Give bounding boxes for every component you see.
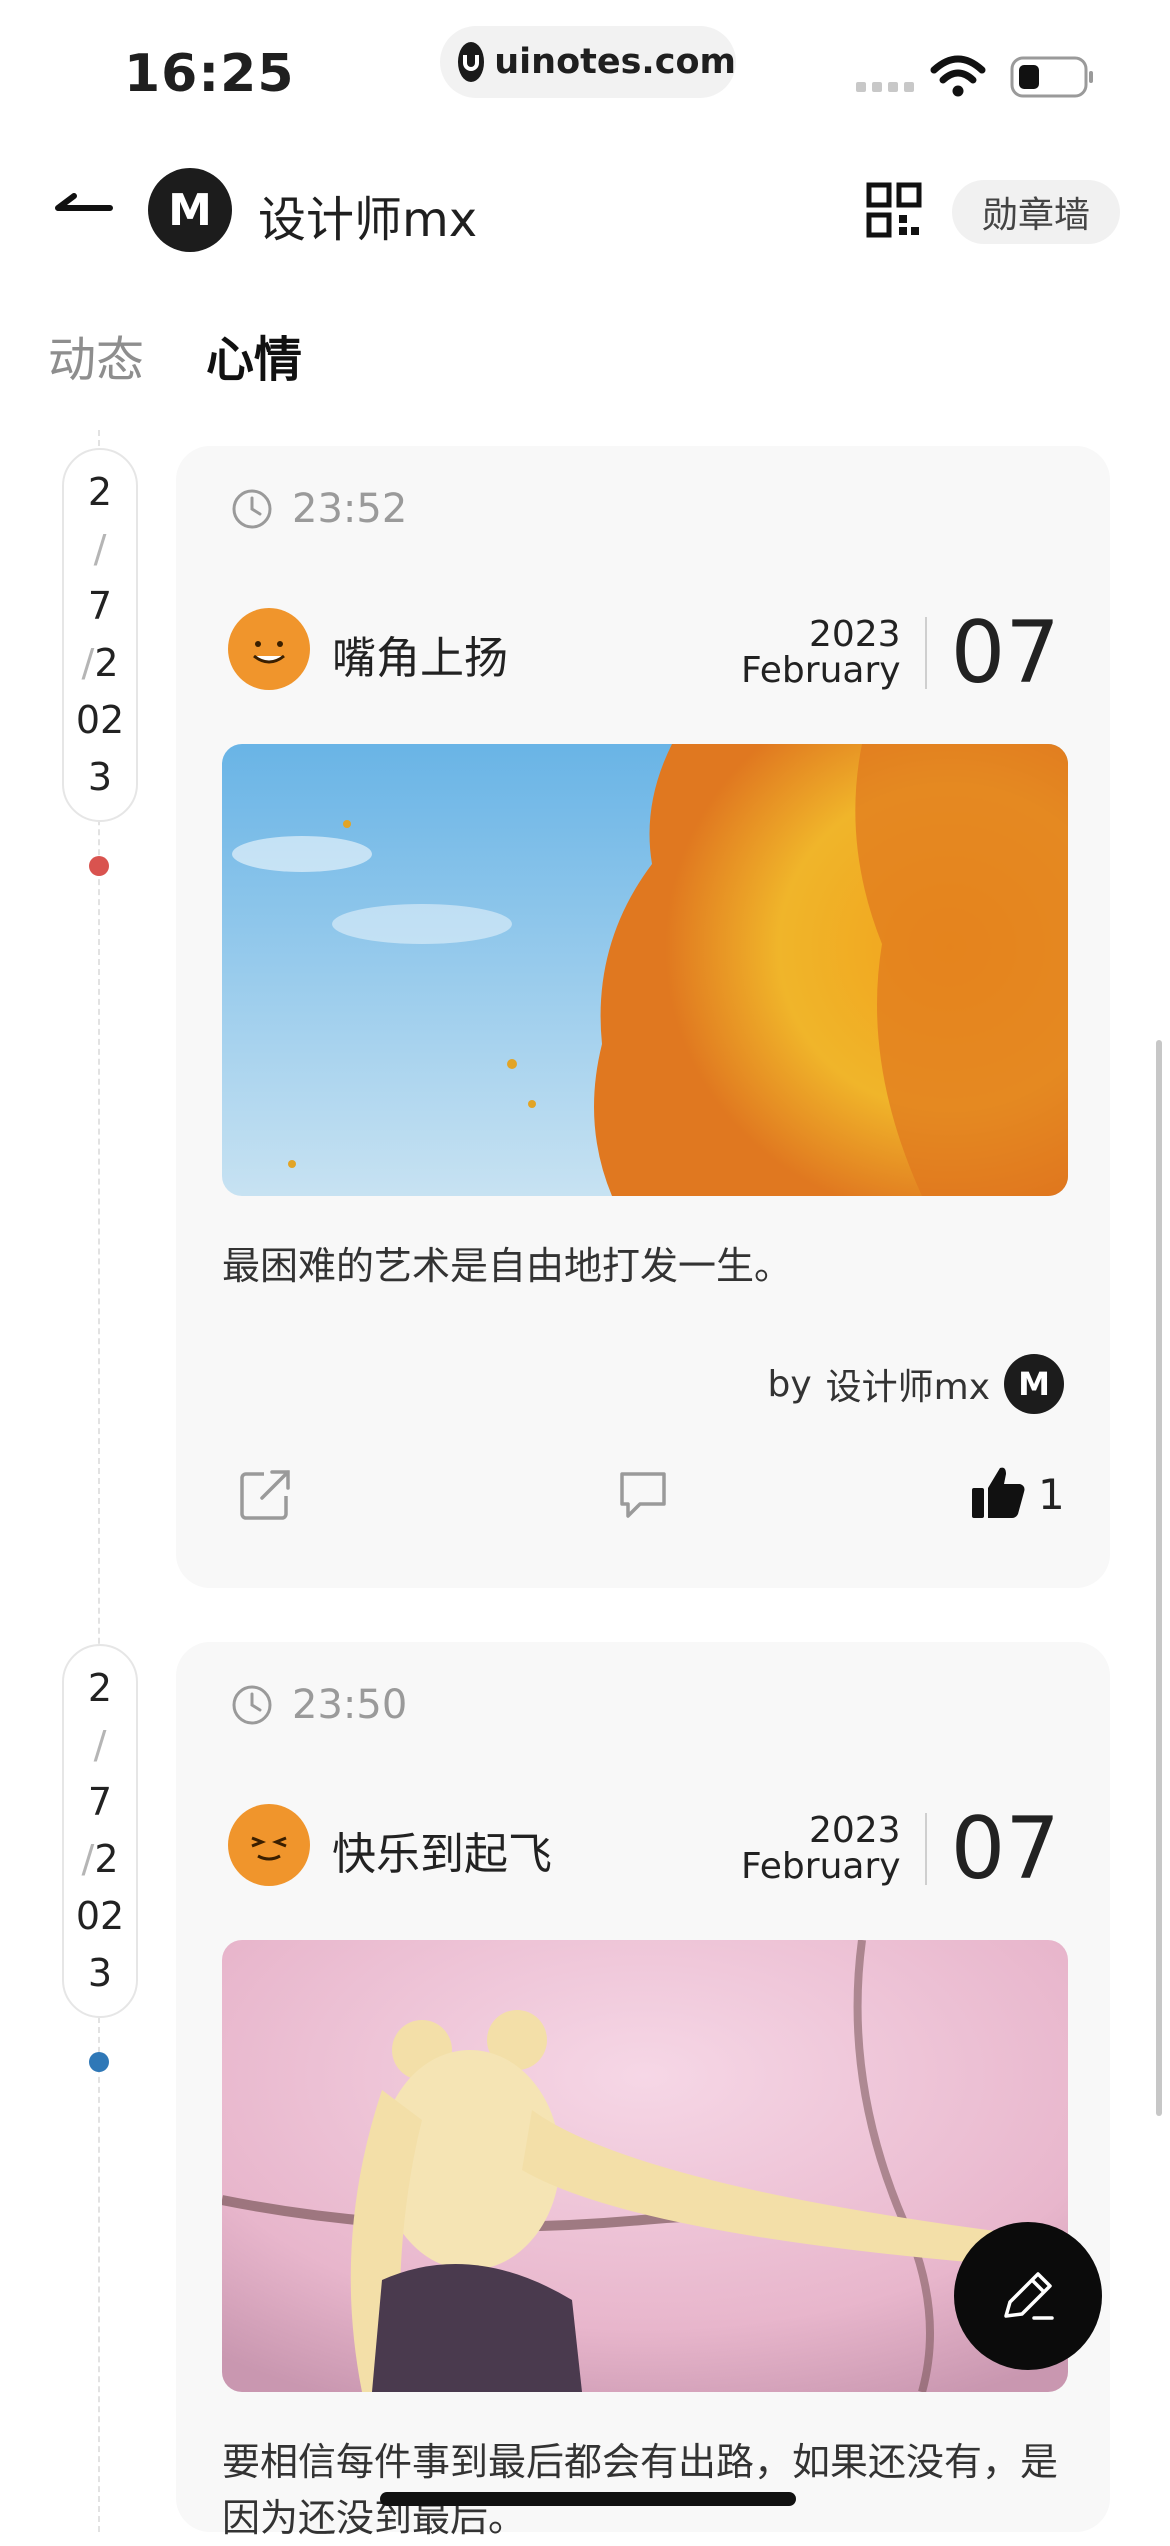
compose-button[interactable] bbox=[954, 2222, 1102, 2370]
mood-label: 嘴角上扬 bbox=[332, 633, 508, 684]
url-text: uinotes.com bbox=[494, 42, 736, 82]
mood-card: 23:50 快乐到起飞 2023 February 07 要相信每件事到最后都会有 bbox=[176, 1642, 1110, 2540]
post-photo[interactable] bbox=[222, 744, 1068, 1196]
post-text: 要相信每件事到最后都会有出路，如果还没有，是因为还没到最后。 bbox=[222, 2440, 1059, 2540]
like-count: 1 bbox=[1038, 1470, 1065, 1519]
author-avatar[interactable]: M bbox=[1004, 1354, 1064, 1414]
thumbs-up-icon[interactable] bbox=[968, 1462, 1028, 1522]
tab-dynamic[interactable]: 动态 bbox=[48, 320, 144, 390]
timeline-dot bbox=[89, 2052, 109, 2072]
home-indicator[interactable] bbox=[380, 2492, 796, 2506]
tab-mood[interactable]: 心情 bbox=[206, 320, 302, 390]
qr-code-icon[interactable] bbox=[866, 182, 922, 238]
post-time: 23:50 bbox=[230, 1682, 407, 1728]
mood-emoji-icon bbox=[228, 608, 310, 690]
post-author: by 设计师mx M bbox=[767, 1354, 1064, 1414]
badge-wall-button[interactable]: 勋章墙 bbox=[952, 180, 1120, 244]
timeline-dot bbox=[89, 856, 109, 876]
back-arrow-icon[interactable] bbox=[54, 182, 114, 226]
battery-icon bbox=[1010, 56, 1093, 98]
cellular-signal-icon bbox=[856, 82, 914, 92]
comment-icon[interactable] bbox=[616, 1468, 670, 1522]
share-icon[interactable] bbox=[238, 1468, 292, 1522]
user-avatar[interactable]: M bbox=[148, 168, 232, 252]
url-pill[interactable]: uinotes.com bbox=[440, 26, 736, 98]
status-time: 16:25 bbox=[124, 44, 295, 104]
page-title: 设计师mx bbox=[258, 192, 478, 248]
post-time: 23:52 bbox=[230, 486, 407, 532]
post-photo[interactable] bbox=[222, 1940, 1068, 2392]
wifi-icon bbox=[930, 55, 986, 97]
mood-label: 快乐到起飞 bbox=[332, 1829, 552, 1880]
timeline-date-pill: 2 / 7 /2 02 3 bbox=[62, 1644, 138, 2018]
site-logo-icon bbox=[458, 42, 485, 82]
post-date: 2023 February 07 bbox=[741, 603, 1060, 703]
mood-card: 23:52 嘴角上扬 2023 February 07 最困难的艺术是自由地打发一… bbox=[176, 446, 1110, 1588]
post-text: 最困难的艺术是自由地打发一生。 bbox=[222, 1244, 793, 1288]
timeline-date-pill: 2 / 7 /2 02 3 bbox=[62, 448, 138, 822]
mood-emoji-icon bbox=[228, 1804, 310, 1886]
clock-icon bbox=[232, 489, 272, 529]
pen-icon bbox=[1004, 2272, 1054, 2320]
clock-icon bbox=[232, 1685, 272, 1725]
post-date: 2023 February 07 bbox=[741, 1799, 1060, 1899]
scrollbar[interactable] bbox=[1156, 1040, 1162, 2116]
